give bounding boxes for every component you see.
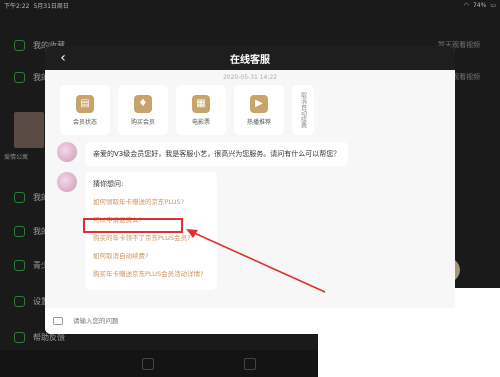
quick-label: 热播推荐 — [246, 118, 271, 126]
quick-hot-recommend[interactable]: ▶ 热播推荐 — [234, 85, 284, 135]
agent-avatar — [57, 172, 77, 192]
quick-actions: ▤ 会员状态 ♦ 购买会员 ▦ 电影票 ▶ 热播推荐 取消自动续费 — [45, 83, 455, 135]
modal-title: 在线客服 — [230, 54, 270, 66]
chat-input-bar — [45, 308, 455, 334]
bg-thumbnail[interactable] — [14, 112, 44, 148]
heart-icon — [14, 71, 25, 83]
quick-buy-member[interactable]: ♦ 购买会员 — [118, 85, 168, 135]
buy-member-icon: ♦ — [134, 94, 152, 113]
subscribe-icon — [14, 191, 25, 203]
quick-label: 购买会员 — [130, 118, 155, 126]
quick-cancel-renewal[interactable]: 取消自动续费 — [292, 85, 314, 135]
suggest-lead: 猜你想问: — [93, 180, 124, 188]
highlight-box — [83, 218, 183, 233]
chat-timestamp: 2020-05-31 14:22 — [222, 74, 278, 81]
back-arrow-icon[interactable]: ‹ — [55, 50, 71, 66]
agent-avatar — [57, 142, 77, 162]
home-nav-icon[interactable] — [142, 357, 154, 370]
greeting-bubble: 亲爱的V3级会员您好，我是客服小艺，很高兴为您服务。请问有什么可以帮您？ — [85, 142, 349, 166]
battery-level: 74% — [472, 1, 487, 9]
quick-movie-ticket[interactable]: ▦ 电影票 — [176, 85, 226, 135]
upload-icon — [14, 225, 25, 237]
vip-nav-icon[interactable] — [244, 357, 256, 370]
status-date: 5月31日周日 — [33, 2, 69, 10]
wifi-icon: ◠ — [463, 1, 469, 9]
status-bar: 下午2:22 5月31日周日 ◠ 74% ▭ — [0, 0, 500, 10]
customer-service-modal: ‹ 在线客服 2020-05-31 14:22 ▤ 会员状态 ♦ 购买会员 ▦ … — [45, 46, 455, 334]
suggestion-link[interactable]: 购买年卡赠送京东PLUS会员活动详情? — [93, 265, 209, 283]
battery-icon: ▭ — [490, 1, 496, 9]
bg-thumbnail-label: 爱情公寓 — [4, 154, 29, 161]
star-icon — [14, 39, 25, 51]
help-icon — [14, 331, 25, 343]
movie-ticket-icon: ▦ — [192, 94, 210, 113]
status-time: 下午2:22 — [4, 2, 30, 10]
quick-label: 会员状态 — [72, 118, 97, 126]
quick-label: 取消自动续费 — [299, 92, 307, 128]
suggestion-link[interactable]: 如何取消自动续费? — [93, 247, 209, 265]
suggestion-link[interactable]: 如何领取年卡赠送的京东PLUS? — [93, 193, 209, 211]
settings-icon — [14, 295, 25, 307]
member-status-icon: ▤ — [76, 94, 94, 113]
quick-label: 电影票 — [191, 118, 210, 126]
greeting-message: 亲爱的V3级会员您好，我是客服小艺，很高兴为您服务。请问有什么可以帮您？ — [57, 142, 349, 166]
teen-mode-icon — [14, 259, 25, 271]
quick-member-status[interactable]: ▤ 会员状态 — [60, 85, 110, 135]
keyboard-icon[interactable] — [53, 317, 63, 325]
modal-header: ‹ 在线客服 — [45, 46, 455, 70]
hot-recommend-icon: ▶ — [250, 94, 268, 113]
chat-input[interactable] — [73, 317, 323, 325]
